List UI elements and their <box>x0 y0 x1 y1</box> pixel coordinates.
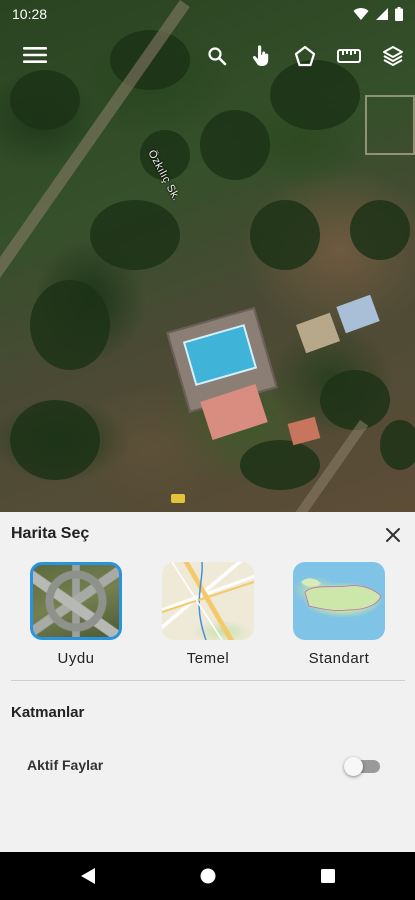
search-button[interactable] <box>202 42 232 70</box>
standard-map-thumbnail <box>293 562 385 640</box>
touch-select-icon <box>252 45 269 66</box>
close-button[interactable] <box>382 524 404 546</box>
layers-icon <box>383 46 403 66</box>
standard-map-country <box>301 578 382 611</box>
recents-button[interactable] <box>316 864 340 888</box>
navigation-bar <box>0 852 415 900</box>
search-icon <box>208 47 227 66</box>
home-button[interactable] <box>196 864 220 888</box>
tree-canopy <box>380 420 415 470</box>
car <box>171 494 185 503</box>
tree-canopy <box>10 400 100 480</box>
map-option-basic[interactable]: Temel <box>161 562 255 667</box>
menu-button[interactable] <box>20 42 50 68</box>
cellular-signal-icon <box>376 8 388 20</box>
tree-canopy <box>250 200 320 270</box>
tree-canopy <box>30 280 110 370</box>
map-option-standard[interactable]: Standart <box>292 562 386 667</box>
layers-button[interactable] <box>378 42 408 70</box>
map-select-sheet: Harita Seç Uydu Temel Standart Katmanlar… <box>0 512 415 852</box>
wifi-icon <box>353 8 369 20</box>
tree-canopy <box>10 70 80 130</box>
tree-canopy <box>200 110 270 180</box>
back-button[interactable] <box>76 864 100 888</box>
menu-icon <box>23 47 47 63</box>
active-faults-label: Aktif Faylar <box>27 757 104 773</box>
home-icon <box>200 868 216 884</box>
building-roof <box>336 294 380 334</box>
back-icon <box>81 868 95 884</box>
tree-canopy <box>270 60 360 130</box>
tree-canopy <box>320 370 390 430</box>
close-icon <box>386 528 400 542</box>
touch-select-button[interactable] <box>246 42 276 70</box>
divider <box>11 680 405 681</box>
status-icons <box>353 7 403 21</box>
active-faults-toggle[interactable] <box>344 757 380 776</box>
ruler-measure-button[interactable] <box>334 42 364 70</box>
map-option-label: Standart <box>308 650 370 667</box>
battery-icon <box>395 7 403 21</box>
tree-canopy <box>90 200 180 270</box>
polygon-draw-button[interactable] <box>290 42 320 70</box>
basic-map-thumbnail <box>162 562 254 640</box>
recents-icon <box>321 869 335 883</box>
status-time: 10:28 <box>12 6 48 22</box>
toggle-thumb <box>344 757 363 776</box>
basic-map-roads <box>162 562 254 640</box>
satellite-map[interactable]: Özkılıç Sk. <box>0 0 415 512</box>
sheet-title: Harita Seç <box>11 525 90 542</box>
satellite-thumbnail <box>30 562 122 640</box>
tree-canopy <box>240 440 320 490</box>
building-roof <box>295 312 341 354</box>
ruler-measure-icon <box>337 49 361 63</box>
map-option-satellite[interactable]: Uydu <box>29 562 123 667</box>
tree-canopy <box>350 200 410 260</box>
building-roof <box>287 416 321 446</box>
polygon-draw-icon <box>294 45 316 67</box>
map-option-label: Temel <box>186 650 230 667</box>
layers-section-title: Katmanlar <box>11 704 85 721</box>
status-bar: 10:28 <box>0 0 415 28</box>
sports-court <box>365 95 415 155</box>
map-option-label: Uydu <box>57 650 95 667</box>
